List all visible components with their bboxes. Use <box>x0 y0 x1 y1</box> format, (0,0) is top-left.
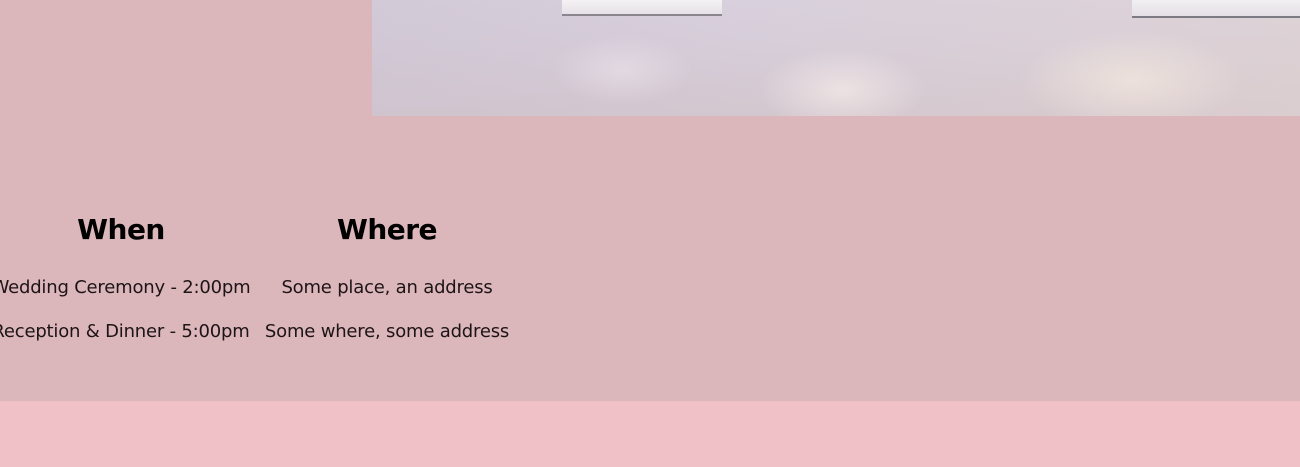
reception-hall-photo <box>372 0 1300 116</box>
footer-band <box>0 401 1300 467</box>
ceremony-location: Some place, an address <box>281 277 493 298</box>
reception-location: Some where, some address <box>264 321 510 342</box>
when-heading: When <box>77 213 165 246</box>
photo-table-left <box>562 0 722 16</box>
event-details: When Wedding Ceremony - 2:00pm Reception… <box>0 208 518 354</box>
when-column: When Wedding Ceremony - 2:00pm Reception… <box>0 208 252 354</box>
ceremony-time: Wedding Ceremony - 2:00pm <box>0 277 251 298</box>
photo-table-right <box>1132 0 1300 18</box>
where-heading: Where <box>336 213 438 246</box>
event-details-section: When Wedding Ceremony - 2:00pm Reception… <box>0 0 1300 401</box>
reception-time: Reception & Dinner - 5:00pm <box>0 321 250 342</box>
where-column: Where Some place, an address Some where,… <box>256 208 518 354</box>
